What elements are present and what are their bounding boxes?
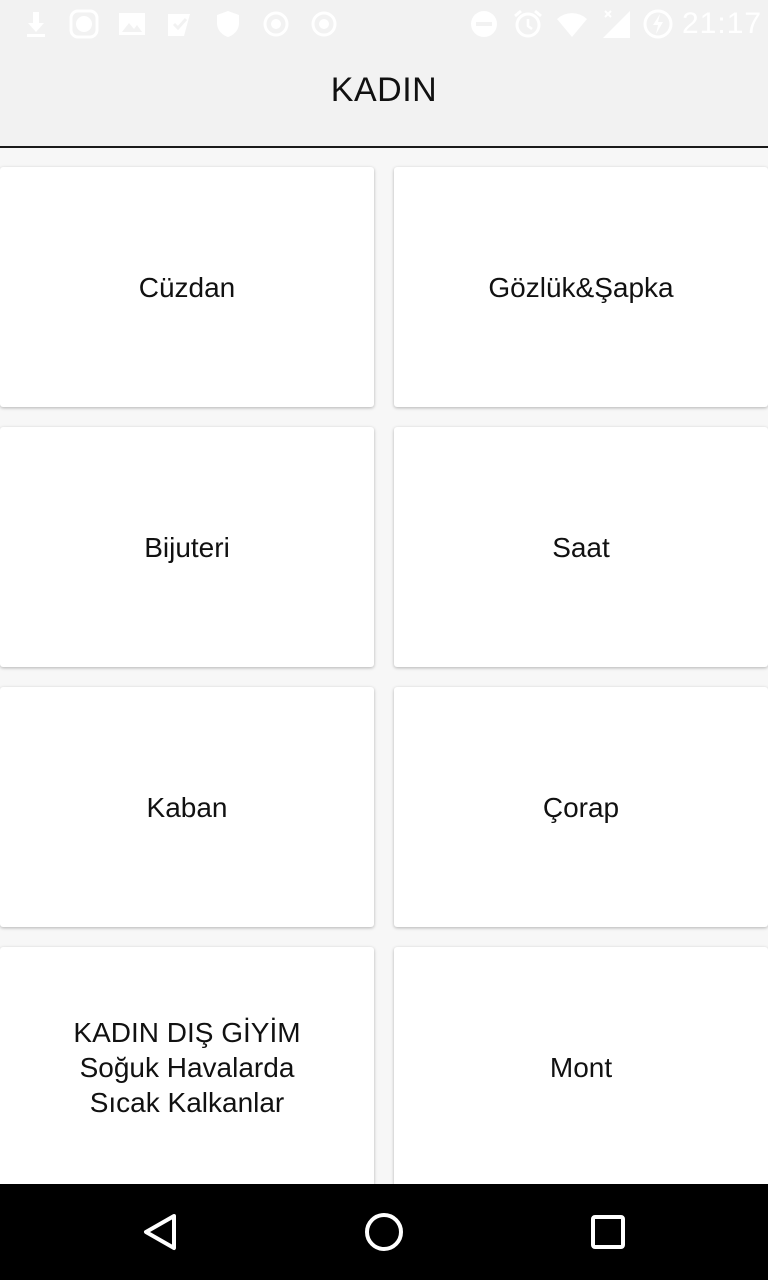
category-label: KADIN DIŞ GİYİM Soğuk Havalarda Sıcak Ka… — [73, 1016, 301, 1118]
battery-charging-icon — [643, 9, 673, 39]
category-label: Kaban — [146, 791, 228, 823]
status-time: 21:17 — [682, 7, 763, 40]
navigation-bar — [0, 1184, 768, 1280]
category-label: Mont — [549, 1051, 613, 1083]
checklist-icon — [168, 14, 190, 36]
category-tile-mont[interactable]: Mont — [394, 947, 768, 1184]
status-bar: 21:17 — [0, 0, 768, 48]
category-tile-gozluk-sapka[interactable]: Gözlük&Şapka — [394, 167, 768, 407]
app-notification-icon — [69, 9, 99, 39]
category-tile-saat[interactable]: Saat — [394, 427, 768, 667]
image-icon — [119, 13, 145, 35]
download-icon — [27, 12, 45, 37]
category-tile-cuzdan[interactable]: Cüzdan — [0, 167, 374, 407]
back-icon[interactable] — [136, 1208, 184, 1256]
category-label: Gözlük&Şapka — [488, 271, 674, 303]
category-label: Çorap — [542, 791, 620, 823]
alarm-icon — [514, 9, 542, 38]
do-not-disturb-icon — [471, 11, 497, 37]
screen: 21:17 KADIN Cüzdan Gözlük&Şapka Bijuteri… — [0, 0, 768, 1280]
record-icon — [263, 11, 289, 37]
category-tile-kaban[interactable]: Kaban — [0, 687, 374, 927]
page-title: KADIN — [330, 71, 438, 109]
recents-icon[interactable] — [584, 1208, 632, 1256]
home-icon[interactable] — [360, 1208, 408, 1256]
shield-icon — [217, 11, 239, 37]
wifi-icon — [557, 13, 587, 37]
app-bar: KADIN — [0, 48, 768, 148]
category-label: Saat — [552, 531, 610, 563]
record-icon — [311, 11, 337, 37]
category-tile-corap[interactable]: Çorap — [394, 687, 768, 927]
category-label: Cüzdan — [138, 271, 236, 303]
category-grid: Cüzdan Gözlük&Şapka Bijuteri Saat Kaban … — [0, 150, 768, 1184]
category-tile-bijuteri[interactable]: Bijuteri — [0, 427, 374, 667]
cell-signal-icon — [603, 10, 630, 38]
category-tile-kadin-dis-giyim[interactable]: KADIN DIŞ GİYİM Soğuk Havalarda Sıcak Ka… — [0, 947, 374, 1184]
category-label: Bijuteri — [144, 531, 230, 563]
